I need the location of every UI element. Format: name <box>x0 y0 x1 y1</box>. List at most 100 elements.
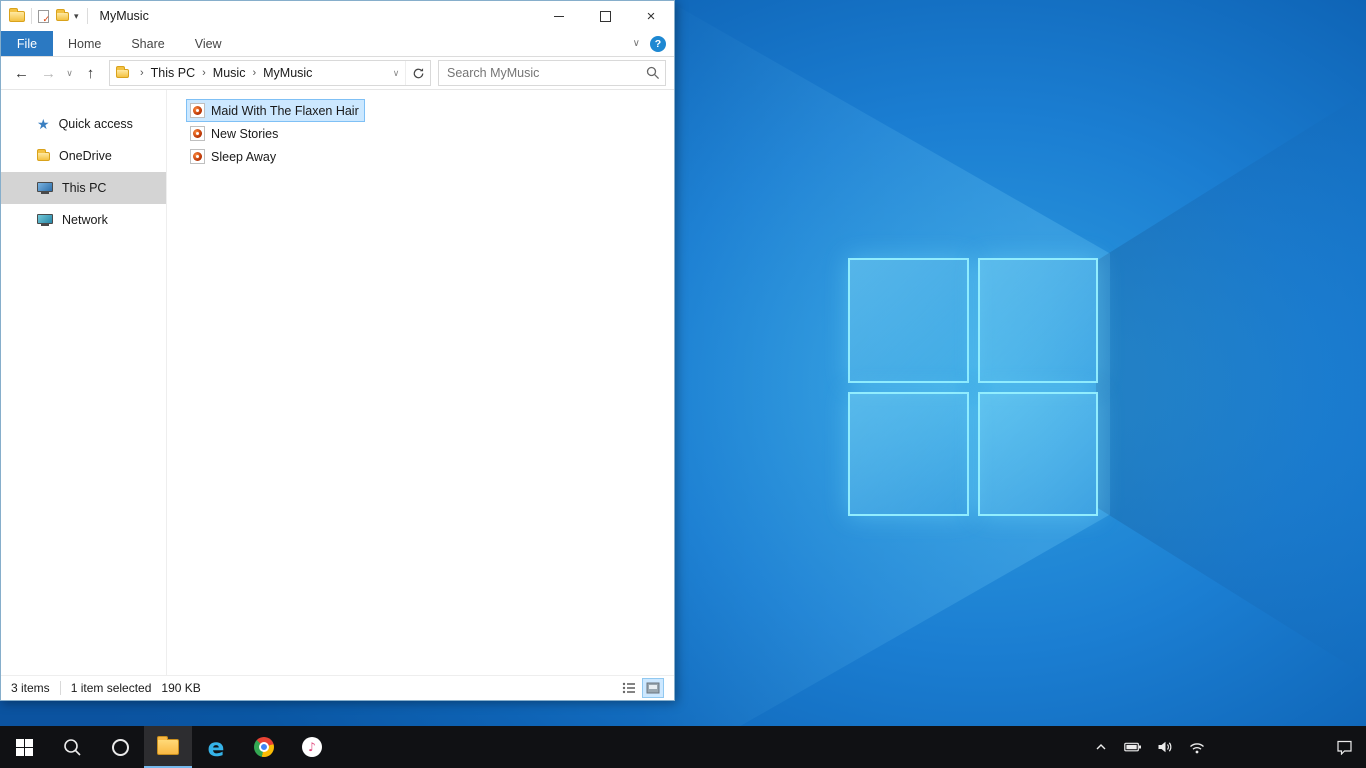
itunes-icon: ♪ <box>302 737 322 757</box>
qat-new-folder-icon[interactable] <box>56 8 69 21</box>
status-separator <box>59 681 61 695</box>
maximize-icon <box>599 10 611 22</box>
details-view-button[interactable] <box>618 678 640 698</box>
breadcrumb-separator-icon: › <box>252 67 257 79</box>
check-icon: ✓ <box>42 13 50 24</box>
taskbar: e ♪ <box>0 726 1366 768</box>
refresh-icon <box>413 67 423 78</box>
titlebar-separator <box>86 8 88 24</box>
volume-tray-button[interactable] <box>1152 726 1178 768</box>
windows-logo-pane <box>977 258 1098 383</box>
cortana-icon <box>111 738 129 756</box>
window-folder-icon[interactable] <box>9 7 25 22</box>
sidebar-item-label: OneDrive <box>59 149 112 163</box>
file-name: Maid With The Flaxen Hair <box>211 103 359 118</box>
qat-properties-icon[interactable]: ✓ <box>38 9 50 24</box>
ribbon-tab-strip: File Home Share View ∨ ? <box>1 31 674 57</box>
system-tray <box>1088 726 1210 768</box>
wifi-icon <box>1190 742 1204 753</box>
file-item-maid-with-the-flaxen-hair[interactable]: Maid With The Flaxen Hair <box>186 99 365 122</box>
search-box <box>438 60 666 86</box>
window-title: MyMusic <box>99 9 149 23</box>
action-center-button[interactable] <box>1322 726 1366 768</box>
navigation-pane: ★ Quick access OneDrive This PC Network <box>1 90 167 675</box>
breadcrumb-music[interactable]: Music <box>211 64 248 82</box>
breadcrumb-mymusic[interactable]: MyMusic <box>261 64 314 82</box>
file-item-new-stories[interactable]: New Stories <box>186 122 284 145</box>
network-tray-button[interactable] <box>1184 726 1210 768</box>
status-selection-size: 190 KB <box>161 681 201 695</box>
breadcrumb-this-pc[interactable]: This PC <box>149 64 197 82</box>
battery-tray-button[interactable] <box>1120 726 1146 768</box>
caption-buttons: × <box>536 1 674 31</box>
onedrive-icon <box>37 148 50 161</box>
maximize-button[interactable] <box>582 1 628 31</box>
ribbon-collapse-icon[interactable]: ∨ <box>633 38 640 49</box>
sidebar-item-quick-access[interactable]: ★ Quick access <box>1 108 166 140</box>
audio-file-icon <box>190 126 205 141</box>
file-list: Maid With The Flaxen Hair New Stories Sl… <box>186 99 674 168</box>
title-bar: ✓ ▾ MyMusic × <box>1 1 674 31</box>
tab-home[interactable]: Home <box>53 31 116 56</box>
taskbar-file-explorer-button[interactable] <box>144 726 192 768</box>
qat-dropdown-icon[interactable]: ▾ <box>72 9 81 24</box>
address-folder-icon <box>116 65 129 78</box>
file-list-pane: Maid With The Flaxen Hair New Stories Sl… <box>167 90 674 675</box>
window-body: ★ Quick access OneDrive This PC Network … <box>1 90 674 675</box>
sidebar-item-label: This PC <box>62 181 107 195</box>
chevron-up-icon <box>1096 744 1106 750</box>
sidebar-item-network[interactable]: Network <box>1 204 166 236</box>
breadcrumb: › This PC › Music › MyMusic <box>110 64 387 82</box>
minimize-button[interactable] <box>536 1 582 31</box>
taskbar-itunes-button[interactable]: ♪ <box>288 726 336 768</box>
file-explorer-icon <box>157 736 179 755</box>
navigation-toolbar: ← → ∨ ↑ › This PC › Music › MyMusic ∨ <box>1 57 674 90</box>
internet-explorer-icon: e <box>207 732 225 762</box>
network-icon <box>37 214 53 226</box>
cortana-button[interactable] <box>96 726 144 768</box>
start-button[interactable] <box>0 726 48 768</box>
forward-button[interactable]: → <box>36 60 61 86</box>
address-bar[interactable]: › This PC › Music › MyMusic ∨ <box>109 60 431 86</box>
status-items-count: 3 items <box>11 681 50 695</box>
address-dropdown-icon[interactable]: ∨ <box>387 68 405 79</box>
help-button[interactable]: ? <box>650 35 666 52</box>
quick-access-star-icon: ★ <box>37 116 50 132</box>
file-explorer-window: ✓ ▾ MyMusic × File Home Share View ∨ ? ←… <box>0 0 675 701</box>
breadcrumb-separator-icon: › <box>202 67 206 79</box>
chrome-icon <box>254 737 274 757</box>
refresh-button[interactable] <box>405 61 430 85</box>
taskbar-search-button[interactable] <box>48 726 96 768</box>
details-view-icon <box>622 682 635 694</box>
status-bar: 3 items 1 item selected 190 KB <box>1 675 674 700</box>
view-toggles <box>618 678 664 698</box>
search-icon[interactable] <box>646 66 660 80</box>
action-center-icon <box>1336 740 1352 755</box>
audio-file-icon <box>190 103 205 118</box>
windows-logo-pane <box>977 391 1098 516</box>
tab-file[interactable]: File <box>1 31 53 56</box>
file-item-sleep-away[interactable]: Sleep Away <box>186 145 282 168</box>
battery-icon <box>1124 742 1141 752</box>
this-pc-icon <box>37 182 53 194</box>
sidebar-item-onedrive[interactable]: OneDrive <box>1 140 166 172</box>
taskbar-chrome-button[interactable] <box>240 726 288 768</box>
search-icon <box>63 738 81 756</box>
tab-share[interactable]: Share <box>116 31 179 56</box>
back-button[interactable]: ← <box>9 60 34 86</box>
large-icons-view-button[interactable] <box>642 678 664 698</box>
sidebar-item-this-pc[interactable]: This PC <box>1 172 166 204</box>
close-button[interactable]: × <box>628 1 674 31</box>
tab-view[interactable]: View <box>180 31 237 56</box>
file-name: Sleep Away <box>211 149 277 164</box>
search-input[interactable] <box>438 60 666 86</box>
taskbar-internet-explorer-button[interactable]: e <box>192 726 240 768</box>
windows-logo-pane <box>848 391 969 516</box>
close-icon: × <box>646 7 656 25</box>
wallpaper-shadow-beam <box>1096 92 1366 676</box>
recent-locations-icon[interactable]: ∨ <box>63 60 76 86</box>
status-selection: 1 item selected <box>70 681 152 695</box>
up-button[interactable]: ↑ <box>78 60 103 86</box>
minimize-icon <box>554 15 564 17</box>
tray-overflow-button[interactable] <box>1088 726 1114 768</box>
